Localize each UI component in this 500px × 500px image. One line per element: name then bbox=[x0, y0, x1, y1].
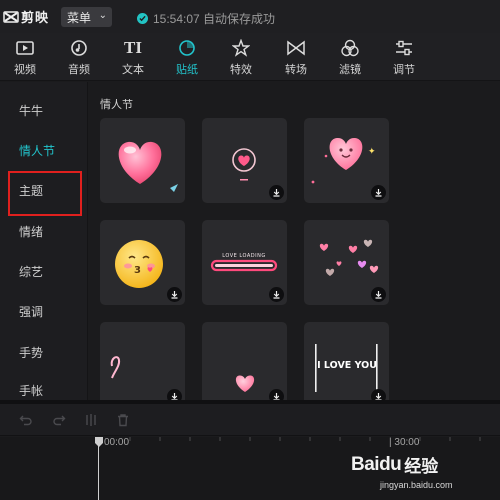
svg-text:✦: ✦ bbox=[368, 147, 376, 157]
tab-transition[interactable]: 转场 bbox=[274, 37, 318, 77]
download-icon bbox=[375, 189, 382, 197]
download-button[interactable] bbox=[371, 389, 386, 400]
category-journal[interactable]: 手帐 bbox=[19, 382, 43, 399]
text-icon: TI bbox=[124, 38, 142, 57]
filter-icon bbox=[340, 37, 360, 59]
download-button[interactable] bbox=[269, 389, 284, 400]
tab-audio-label: 音频 bbox=[68, 64, 90, 76]
i-love-you-caption: I LOVE YOU bbox=[317, 360, 377, 371]
sticker-category-sidebar: 牛牛 情人节 主题 情绪 综艺 强调 手势 手帐 bbox=[0, 82, 88, 400]
sticker-card[interactable]: ✦ bbox=[304, 118, 389, 203]
sticker-card[interactable] bbox=[202, 322, 287, 400]
capcut-logo-icon bbox=[3, 10, 19, 23]
chevron-down-icon: ⌄ bbox=[98, 10, 107, 21]
video-icon bbox=[15, 37, 35, 59]
category-emotion[interactable]: 情绪 bbox=[19, 223, 43, 240]
status-text: 15:54:07 自动保存成功 bbox=[153, 12, 276, 26]
tab-audio[interactable]: 音频 bbox=[57, 37, 101, 77]
trash-icon bbox=[118, 414, 128, 427]
watermark-brand: Baidu bbox=[351, 453, 402, 475]
tab-text[interactable]: TI 文本 bbox=[111, 37, 155, 77]
sticker-card[interactable] bbox=[100, 322, 185, 400]
undo-icon bbox=[19, 415, 32, 426]
redo-button[interactable] bbox=[52, 413, 68, 429]
tab-effects[interactable]: 特效 bbox=[219, 37, 263, 77]
category-valentines[interactable]: 情人节 bbox=[19, 142, 55, 159]
timeline-ruler bbox=[129, 437, 481, 441]
transition-icon bbox=[286, 37, 306, 59]
download-button[interactable] bbox=[269, 287, 284, 302]
adjust-icon bbox=[394, 37, 414, 59]
menu-label: 菜单 bbox=[67, 10, 92, 25]
menu-button[interactable]: 菜单 ⌄ bbox=[61, 7, 112, 27]
tab-adjust-label: 调节 bbox=[393, 64, 415, 76]
timeline-start-label: 00:00 bbox=[104, 437, 130, 448]
main-toolbar: 视频 音频 TI 文本 贴纸 特效 转场 滤镜 调节 bbox=[0, 33, 500, 81]
tab-video-label: 视频 bbox=[14, 64, 36, 76]
sticker-card[interactable] bbox=[202, 118, 287, 203]
category-gesture[interactable]: 手势 bbox=[19, 344, 43, 361]
delete-button[interactable] bbox=[116, 413, 132, 429]
effects-icon bbox=[232, 37, 250, 59]
download-icon bbox=[273, 291, 280, 299]
svg-text:3: 3 bbox=[134, 265, 141, 276]
download-button[interactable] bbox=[167, 389, 182, 400]
pink-heart-sticker bbox=[118, 141, 178, 192]
tab-sticker-label: 贴纸 bbox=[176, 64, 198, 76]
tab-filter-label: 滤镜 bbox=[339, 64, 361, 76]
tab-transition-label: 转场 bbox=[285, 64, 307, 76]
download-button[interactable] bbox=[371, 185, 386, 200]
sticker-card[interactable] bbox=[304, 220, 389, 305]
app-logo: 剪映 bbox=[3, 7, 49, 26]
download-button[interactable] bbox=[371, 287, 386, 302]
timeline-toolbar bbox=[0, 404, 500, 436]
category-emphasis[interactable]: 强调 bbox=[19, 303, 43, 320]
tab-video[interactable]: 视频 bbox=[3, 37, 47, 77]
panel-scrollbar[interactable] bbox=[494, 82, 500, 400]
tab-effects-label: 特效 bbox=[230, 64, 252, 76]
download-icon bbox=[375, 393, 382, 400]
download-icon bbox=[273, 189, 280, 197]
tab-filter[interactable]: 滤镜 bbox=[328, 37, 372, 77]
sticker-panel: 情人节 ✦ 3 LOVE LOADING I LOVE YOU bbox=[89, 82, 500, 400]
tab-text-label: 文本 bbox=[122, 64, 144, 76]
watermark-brand-cn: 经验 bbox=[404, 457, 439, 476]
download-button[interactable] bbox=[269, 185, 284, 200]
download-icon bbox=[375, 291, 382, 299]
annotation-highlight-box bbox=[8, 171, 82, 216]
split-button[interactable] bbox=[84, 413, 100, 429]
split-icon bbox=[86, 414, 96, 426]
download-icon bbox=[171, 291, 178, 299]
sticker-card[interactable]: I LOVE YOU bbox=[304, 322, 389, 400]
audio-icon bbox=[70, 37, 88, 59]
category-variety[interactable]: 综艺 bbox=[19, 263, 43, 280]
download-icon bbox=[273, 393, 280, 400]
undo-button[interactable] bbox=[19, 413, 35, 429]
baidu-watermark: Baidu 经验 bbox=[351, 452, 438, 477]
redo-icon bbox=[53, 415, 66, 426]
tab-adjust[interactable]: 调节 bbox=[382, 37, 426, 77]
title-bar: 剪映 菜单 ⌄ 15:54:07 自动保存成功 bbox=[0, 0, 500, 33]
check-icon bbox=[137, 13, 148, 24]
sticker-card[interactable]: 3 bbox=[100, 220, 185, 305]
autosave-status: 15:54:07 自动保存成功 bbox=[137, 10, 275, 27]
timeline-end-label: | 30:00 bbox=[389, 437, 420, 448]
sticker-icon bbox=[178, 37, 196, 59]
download-icon bbox=[171, 393, 178, 400]
sticker-card[interactable] bbox=[100, 118, 185, 203]
app-name: 剪映 bbox=[21, 10, 50, 25]
sticker-card[interactable]: LOVE LOADING bbox=[202, 220, 287, 305]
section-title: 情人节 bbox=[100, 99, 133, 111]
category-niuniu[interactable]: 牛牛 bbox=[19, 102, 43, 119]
watermark-url: jingyan.baidu.com bbox=[380, 480, 453, 490]
download-button[interactable] bbox=[167, 287, 182, 302]
love-loading-caption: LOVE LOADING bbox=[222, 253, 265, 259]
tab-sticker[interactable]: 贴纸 bbox=[165, 37, 209, 77]
